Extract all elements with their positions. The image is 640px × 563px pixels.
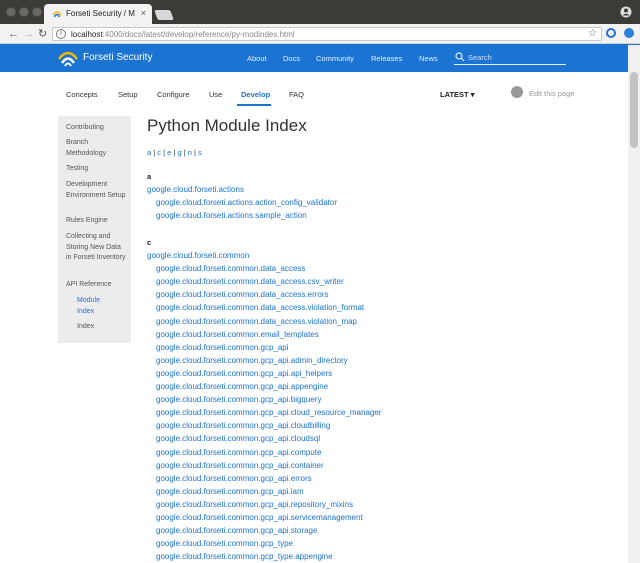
submodule-link[interactable]: google.cloud.forseti.common.gcp_api.clou… [156,421,330,430]
module-link[interactable]: google.cloud.forseti.common [147,251,249,260]
page-info-icon[interactable]: i [56,29,66,39]
window-minimize-button[interactable] [19,7,29,17]
index-letter-a: a [147,172,152,181]
github-icon[interactable] [511,86,523,98]
search-icon [455,52,465,62]
address-bar[interactable]: i localhost:4000/docs/latest/develop/ref… [52,27,602,41]
submodule-link[interactable]: google.cloud.forseti.common.gcp_type [156,539,293,548]
submodule-link[interactable]: google.cloud.forseti.common.gcp_api.serv… [156,513,363,522]
reload-icon[interactable]: ↻ [38,27,47,41]
sidebar-item-branch-methodology[interactable]: Branch Methodology [66,138,126,159]
user-profile-icon[interactable] [620,6,632,18]
alpha-link-a[interactable]: a [147,148,151,157]
window-close-button[interactable] [6,7,16,17]
submodule-link[interactable]: google.cloud.forseti.common.gcp_type.app… [156,552,333,561]
browser-titlebar: Forseti Security / M × [0,0,640,24]
submodule-link[interactable]: google.cloud.forseti.common.gcp_api.comp… [156,448,321,457]
submodule-link[interactable]: google.cloud.forseti.common.gcp_api.bigq… [156,395,321,404]
sidebar-item-rules-engine[interactable]: Rules Engine [66,216,126,227]
sidebar: Contributing Branch Methodology Testing … [58,116,131,343]
alpha-link-c[interactable]: c [157,148,161,157]
url-path: :4000/docs/latest/develop/reference/py-m… [102,30,295,39]
tab-title: Forseti Security / M [66,9,135,18]
subnav-setup[interactable]: Setup [118,90,138,99]
submodule-link[interactable]: google.cloud.forseti.common.gcp_api.clou… [156,408,381,417]
browser-toolbar: ← → ↻ i localhost:4000/docs/latest/devel… [0,24,640,44]
page-title: Python Module Index [147,116,307,135]
alpha-link-s[interactable]: s [198,148,202,157]
bookmark-star-icon[interactable]: ☆ [588,28,597,39]
nav-docs[interactable]: Docs [283,54,300,63]
search-placeholder: Search [468,53,492,62]
submodule-link[interactable]: google.cloud.forseti.common.gcp_api [156,343,289,352]
url-host: localhost [71,30,103,39]
version-dropdown[interactable]: LATEST ▾ [440,90,474,99]
submodule-link[interactable]: google.cloud.forseti.common.data_access.… [156,277,344,286]
extension-icon-2[interactable] [624,28,634,38]
subnav-configure[interactable]: Configure [157,90,190,99]
module-link[interactable]: google.cloud.forseti.actions [147,185,244,194]
edit-page-link[interactable]: Edit this page [529,89,574,98]
sidebar-item-testing[interactable]: Testing [66,164,126,175]
index-letter-c: c [147,238,152,247]
alpha-link-g[interactable]: g [177,148,181,157]
scrollbar-thumb[interactable] [630,72,638,148]
submodule-link[interactable]: google.cloud.forseti.common.gcp_api.admi… [156,356,348,365]
subnav-use[interactable]: Use [209,90,222,99]
submodule-link[interactable]: google.cloud.forseti.common.data_access [156,264,305,273]
submodule-link[interactable]: google.cloud.forseti.common.gcp_api.repo… [156,500,353,509]
forseti-logo-icon[interactable] [58,49,78,67]
alpha-link-n[interactable]: n [188,148,192,157]
nav-releases[interactable]: Releases [371,54,402,63]
submodule-link[interactable]: google.cloud.forseti.common.email_templa… [156,330,319,339]
submodule-link[interactable]: google.cloud.forseti.common.gcp_api.clou… [156,434,320,443]
sidebar-item-module-index[interactable]: Module Index [77,296,107,317]
forward-icon[interactable]: → [23,27,34,41]
sidebar-item-index[interactable]: Index [77,322,125,333]
submodule-link[interactable]: google.cloud.forseti.common.data_access.… [156,317,357,326]
brand-name[interactable]: Forseti Security [83,52,152,63]
subnav-develop[interactable]: Develop [241,90,270,99]
submodule-link[interactable]: google.cloud.forseti.common.gcp_api.api_… [156,369,332,378]
search-input[interactable]: Search [454,51,566,65]
subnav-concepts[interactable]: Concepts [66,90,98,99]
forseti-favicon-icon [52,11,62,18]
alpha-link-e[interactable]: e [167,148,171,157]
site-header: Forseti Security About Docs Community Re… [0,44,640,72]
alpha-index: a | c | e | g | n | s [147,148,202,157]
extension-icon[interactable] [606,28,616,38]
sidebar-item-api-reference[interactable]: API Reference [66,280,126,291]
new-tab-button[interactable] [154,10,174,20]
submodule-link[interactable]: google.cloud.forseti.common.gcp_api.cont… [156,461,324,470]
submodule-link[interactable]: google.cloud.forseti.actions.action_conf… [156,198,337,207]
submodule-link[interactable]: google.cloud.forseti.common.gcp_api.erro… [156,474,312,483]
sidebar-item-collecting-data[interactable]: Collecting and Storing New Data in Forse… [66,232,126,264]
submodule-link[interactable]: google.cloud.forseti.actions.sample_acti… [156,211,307,220]
submodule-link[interactable]: google.cloud.forseti.common.gcp_api.iam [156,487,304,496]
browser-tab[interactable]: Forseti Security / M × [44,4,152,24]
sidebar-item-dev-environment[interactable]: Development Environment Setup [66,180,126,201]
submodule-link[interactable]: google.cloud.forseti.common.data_access.… [156,290,329,299]
url-text: localhost:4000/docs/latest/develop/refer… [71,30,295,39]
submodule-link[interactable]: google.cloud.forseti.common.data_access.… [156,303,364,312]
sidebar-item-contributing[interactable]: Contributing [66,123,126,134]
submodule-link[interactable]: google.cloud.forseti.common.gcp_api.stor… [156,526,317,535]
nav-about[interactable]: About [247,54,267,63]
back-icon[interactable]: ← [8,27,19,41]
submodule-link[interactable]: google.cloud.forseti.common.gcp_api.appe… [156,382,328,391]
tab-close-icon[interactable]: × [141,8,146,18]
nav-news[interactable]: News [419,54,438,63]
window-maximize-button[interactable] [32,7,42,17]
subnav-faq[interactable]: FAQ [289,90,304,99]
nav-community[interactable]: Community [316,54,354,63]
active-tab-indicator [237,104,271,106]
